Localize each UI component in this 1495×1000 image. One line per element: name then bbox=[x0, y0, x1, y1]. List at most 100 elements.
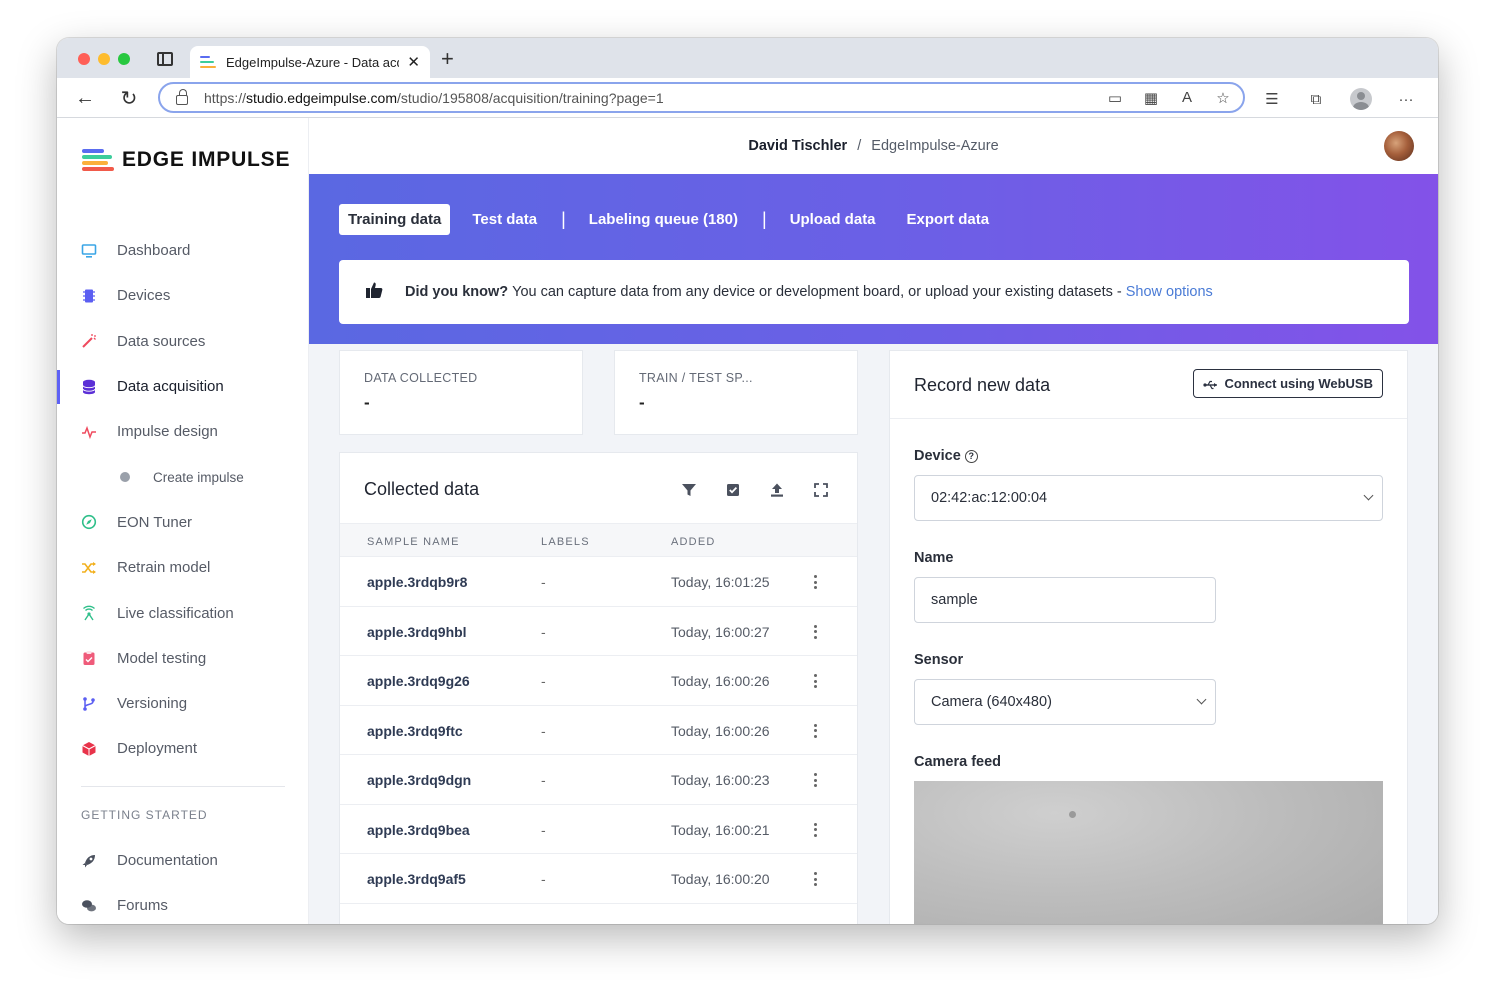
qr-code-icon[interactable]: ▦ bbox=[1141, 89, 1161, 107]
sidebar-item-live-classification[interactable]: Live classification bbox=[57, 590, 308, 635]
tab-test-data[interactable]: Test data bbox=[463, 204, 546, 235]
sample-labels: - bbox=[541, 722, 546, 739]
select-checkbox-icon[interactable] bbox=[723, 480, 743, 500]
tab-actions-icon[interactable] bbox=[157, 52, 173, 66]
main-content: David Tischler / EdgeImpulse-Azure Train… bbox=[309, 118, 1438, 924]
zoom-window-button[interactable] bbox=[118, 53, 130, 65]
tab-training-data[interactable]: Training data bbox=[339, 204, 451, 235]
browser-tab[interactable]: EdgeImpulse-Azure - Data acq ✕ bbox=[190, 46, 430, 78]
row-menu-icon[interactable] bbox=[814, 872, 818, 886]
table-row[interactable]: apple.3rdq9dgn - Today, 16:00:23 bbox=[340, 755, 857, 805]
table-row[interactable]: apple.3rdq9hbl - Today, 16:00:27 bbox=[340, 607, 857, 656]
tip-lead: Did you know? bbox=[405, 284, 509, 300]
row-menu-icon[interactable] bbox=[814, 723, 818, 738]
collections-icon[interactable]: ⧉ bbox=[1306, 91, 1326, 108]
sidebar-item-data-sources[interactable]: Data sources bbox=[57, 319, 308, 364]
sample-name-link[interactable]: apple.3rdq9ftc bbox=[367, 723, 463, 739]
sample-name-link[interactable]: apple.3rdq9dgn bbox=[367, 772, 471, 788]
reload-button[interactable]: ↻ bbox=[117, 86, 141, 110]
help-icon[interactable]: ? bbox=[964, 450, 978, 463]
row-menu-icon[interactable] bbox=[814, 624, 818, 639]
column-sample-name[interactable]: SAMPLE NAME bbox=[367, 536, 460, 548]
train-test-split-value: - bbox=[639, 393, 645, 412]
logo-mark-icon bbox=[82, 149, 114, 171]
tab-upload-data[interactable]: Upload data bbox=[781, 204, 885, 235]
breadcrumb-project[interactable]: EdgeImpulse-Azure bbox=[871, 138, 998, 154]
tab-labeling-queue[interactable]: Labeling queue (180) bbox=[580, 204, 747, 235]
connect-webusb-button[interactable]: Connect using WebUSB bbox=[1193, 369, 1383, 398]
sample-name-link[interactable]: apple.3rdq9hbl bbox=[367, 624, 467, 640]
column-labels[interactable]: LABELS bbox=[541, 536, 590, 548]
tab-separator: | bbox=[762, 209, 767, 229]
row-menu-icon[interactable] bbox=[814, 773, 818, 787]
table-row[interactable]: apple.3rdq9g26 - Today, 16:00:26 bbox=[340, 656, 857, 706]
back-button[interactable]: ← bbox=[73, 86, 97, 110]
sidebar-item-retrain-model[interactable]: Retrain model bbox=[57, 545, 308, 590]
thumbs-up-icon bbox=[365, 281, 383, 303]
sidebar-item-create-impulse[interactable]: Create impulse bbox=[57, 454, 308, 499]
sidebar-item-deployment[interactable]: Deployment bbox=[57, 726, 308, 771]
close-window-button[interactable] bbox=[78, 53, 90, 65]
sample-name-link[interactable]: apple.3rdqb9r8 bbox=[367, 574, 467, 590]
record-divider bbox=[890, 418, 1407, 419]
read-aloud-icon[interactable]: A bbox=[1177, 89, 1197, 107]
row-menu-icon[interactable] bbox=[814, 575, 818, 589]
device-select[interactable]: 02:42:ac:12:00:04 bbox=[914, 475, 1383, 521]
monitor-icon bbox=[81, 243, 97, 259]
add-favorite-icon[interactable]: ☆ bbox=[1213, 89, 1233, 107]
breadcrumb-separator: / bbox=[857, 138, 862, 154]
table-row[interactable]: apple.3rdq9af5 - Today, 16:00:20 bbox=[340, 854, 857, 904]
sidebar-item-model-testing[interactable]: Model testing bbox=[57, 636, 308, 681]
sensor-label: Sensor bbox=[914, 652, 964, 668]
filter-icon[interactable] bbox=[679, 480, 699, 500]
sidebar-item-label: Dashboard bbox=[117, 242, 191, 260]
address-bar[interactable]: https://studio.edgeimpulse.com/studio/19… bbox=[158, 82, 1245, 113]
new-tab-button[interactable]: + bbox=[441, 48, 454, 70]
sample-added: Today, 16:01:25 bbox=[671, 574, 770, 590]
sidebar-item-devices[interactable]: Devices bbox=[57, 273, 308, 318]
app-available-icon[interactable]: ▭ bbox=[1105, 89, 1125, 107]
sidebar-item-label: Create impulse bbox=[153, 469, 244, 485]
sidebar-item-label: Devices bbox=[117, 287, 171, 305]
table-row[interactable]: apple.3rdqb9r8 - Today, 16:01:25 bbox=[340, 557, 857, 607]
sample-name-link[interactable]: apple.3rdq9bea bbox=[367, 822, 470, 838]
sidebar-item-documentation[interactable]: Documentation bbox=[57, 838, 308, 883]
connect-webusb-label: Connect using WebUSB bbox=[1224, 376, 1373, 391]
broadcast-icon bbox=[81, 605, 97, 621]
sidebar-item-eon-tuner[interactable]: EON Tuner bbox=[57, 500, 308, 545]
sample-added: Today, 16:00:20 bbox=[671, 871, 770, 887]
sensor-select[interactable]: Camera (640x480) bbox=[914, 679, 1216, 725]
sidebar-item-label: Data acquisition bbox=[117, 378, 224, 396]
user-avatar[interactable] bbox=[1384, 131, 1414, 161]
sample-labels: - bbox=[541, 772, 546, 788]
column-added[interactable]: ADDED bbox=[671, 536, 716, 548]
sidebar-item-data-acquisition[interactable]: Data acquisition bbox=[57, 364, 308, 409]
url-text: https://studio.edgeimpulse.com/studio/19… bbox=[204, 89, 664, 106]
table-row[interactable]: apple.3rdq9ftc - Today, 16:00:26 bbox=[340, 706, 857, 755]
sample-name-link[interactable]: apple.3rdq9g26 bbox=[367, 673, 470, 689]
breadcrumb-user[interactable]: David Tischler bbox=[748, 138, 847, 154]
row-menu-icon[interactable] bbox=[814, 674, 818, 688]
upload-icon[interactable] bbox=[767, 480, 787, 500]
sidebar-item-dashboard[interactable]: Dashboard bbox=[57, 228, 308, 273]
minimize-window-button[interactable] bbox=[98, 53, 110, 65]
sample-name-link[interactable]: apple.3rdq9af5 bbox=[367, 871, 466, 887]
close-tab-icon[interactable]: ✕ bbox=[407, 55, 420, 70]
more-menu-icon[interactable]: ··· bbox=[1396, 91, 1416, 108]
sidebar-item-label: Live classification bbox=[117, 604, 234, 622]
expand-icon[interactable] bbox=[811, 480, 831, 500]
row-menu-icon[interactable] bbox=[814, 822, 818, 837]
sidebar-item-forums[interactable]: Forums bbox=[57, 883, 308, 924]
name-input[interactable]: sample bbox=[914, 577, 1216, 623]
sidebar-item-versioning[interactable]: Versioning bbox=[57, 681, 308, 726]
table-row[interactable]: apple.3rdq9bea - Today, 16:00:21 bbox=[340, 805, 857, 854]
edge-impulse-logo[interactable]: EDGE IMPULSE bbox=[82, 148, 290, 172]
sidebar: EDGE IMPULSE Dashboard Devices Data source… bbox=[57, 118, 309, 924]
show-options-link[interactable]: Show options bbox=[1126, 284, 1213, 300]
favorites-icon[interactable]: ☰ bbox=[1262, 90, 1282, 108]
tab-title: EdgeImpulse-Azure - Data acq bbox=[226, 54, 400, 70]
logo-text: EDGE IMPULSE bbox=[122, 148, 291, 171]
sidebar-item-impulse-design[interactable]: Impulse design bbox=[57, 409, 308, 454]
tab-export-data[interactable]: Export data bbox=[898, 204, 999, 235]
profile-avatar[interactable] bbox=[1350, 88, 1372, 110]
